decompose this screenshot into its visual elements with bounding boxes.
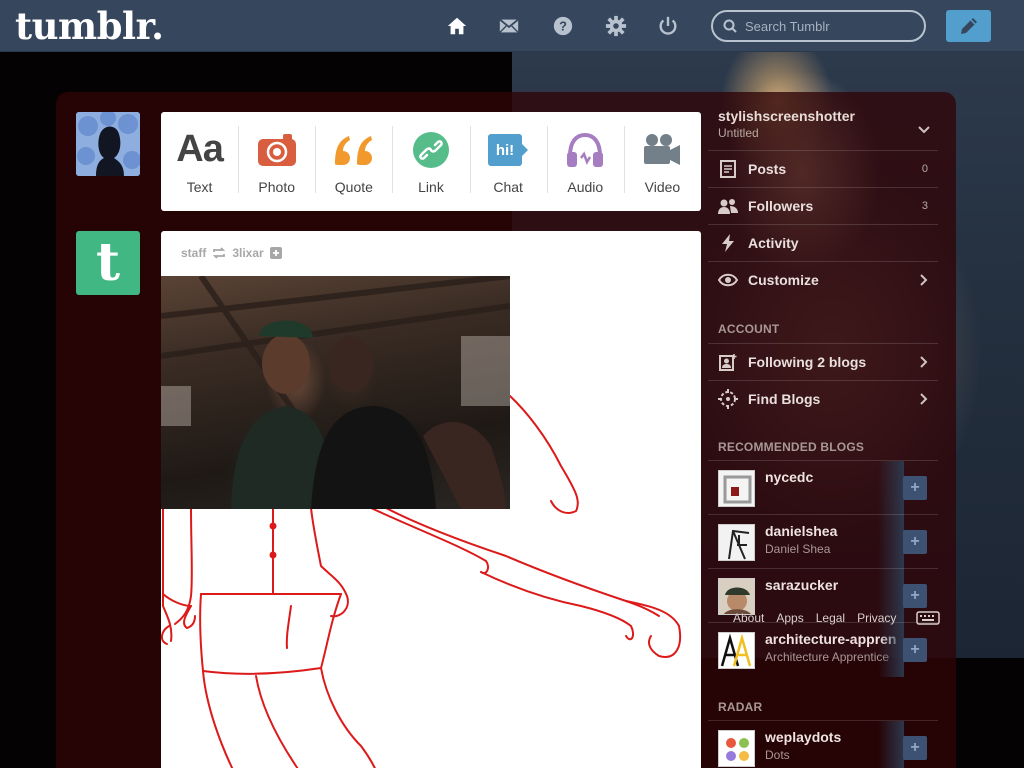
power-icon[interactable] bbox=[656, 14, 680, 38]
post-header: staff 3lixar bbox=[181, 246, 282, 260]
tumblr-logo[interactable]: tumblr. bbox=[15, 4, 164, 48]
blog-avatar[interactable] bbox=[718, 524, 755, 561]
recommended-blog[interactable]: architecture-appren Architecture Apprent… bbox=[708, 622, 938, 677]
posts-icon bbox=[718, 160, 738, 178]
sidebar-item-find-blogs[interactable]: Find Blogs bbox=[708, 380, 938, 417]
activity-icon bbox=[718, 234, 738, 252]
follow-button[interactable]: + bbox=[903, 584, 927, 608]
sidebar-item-posts[interactable]: Posts 0 bbox=[708, 150, 938, 187]
sidebar-item-activity[interactable]: Activity bbox=[708, 224, 938, 261]
follow-button[interactable]: + bbox=[903, 530, 927, 554]
reblogged-from[interactable]: 3lixar bbox=[232, 246, 263, 260]
settings-icon[interactable] bbox=[604, 14, 628, 38]
blog-avatar[interactable] bbox=[718, 632, 755, 669]
svg-text:t: t bbox=[96, 238, 120, 288]
followers-count: 3 bbox=[921, 200, 928, 212]
staff-avatar[interactable]: t bbox=[76, 231, 140, 295]
post-type-audio[interactable]: Audio bbox=[546, 112, 624, 211]
post-photo[interactable] bbox=[161, 276, 510, 509]
footer-link-legal[interactable]: Legal bbox=[816, 611, 845, 625]
post-type-video[interactable]: Video bbox=[623, 112, 701, 211]
blog-subtitle: Untitled bbox=[718, 126, 759, 140]
following-icon bbox=[718, 353, 738, 371]
follow-button[interactable]: + bbox=[903, 736, 927, 760]
blog-header[interactable]: stylishscreenshotter Untitled bbox=[718, 108, 938, 140]
blog-avatar[interactable] bbox=[718, 578, 755, 615]
sidebar-item-customize[interactable]: Customize bbox=[708, 261, 938, 298]
recommended-section-title: RECOMMENDED BLOGS bbox=[718, 440, 865, 454]
eye-icon bbox=[718, 273, 738, 287]
radar-section-title: RADAR bbox=[718, 700, 763, 714]
radar-blog[interactable]: weplaydots Dots + bbox=[708, 720, 938, 768]
compass-icon bbox=[718, 389, 738, 409]
pencil-icon bbox=[960, 18, 977, 34]
user-avatar[interactable] bbox=[76, 112, 140, 176]
keyboard-icon[interactable] bbox=[916, 611, 940, 625]
post-author[interactable]: staff bbox=[181, 246, 206, 260]
headphones-icon bbox=[565, 129, 605, 171]
blog-name[interactable]: stylishscreenshotter bbox=[718, 108, 938, 124]
recommended-blog[interactable]: nycedc + bbox=[708, 460, 938, 515]
footer-links: About Apps Legal Privacy bbox=[733, 611, 896, 625]
sidebar-item-following[interactable]: Following 2 blogs bbox=[708, 343, 938, 380]
follow-button[interactable]: + bbox=[903, 638, 927, 662]
post-type-bar: Aa Text Photo Quote Link hi! Chat Audio bbox=[161, 112, 701, 211]
search-input[interactable] bbox=[745, 18, 915, 34]
followers-icon bbox=[718, 198, 738, 214]
chat-icon: hi! bbox=[487, 129, 529, 171]
quote-icon bbox=[333, 129, 375, 171]
follow-plus-icon[interactable] bbox=[269, 247, 282, 259]
account-section-title: ACCOUNT bbox=[718, 322, 780, 336]
sidebar-item-followers[interactable]: Followers 3 bbox=[708, 187, 938, 224]
mail-icon[interactable] bbox=[497, 14, 521, 38]
blog-avatar[interactable] bbox=[718, 470, 755, 507]
chevron-right-icon bbox=[920, 274, 928, 286]
footer-link-about[interactable]: About bbox=[733, 611, 764, 625]
footer-link-privacy[interactable]: Privacy bbox=[857, 611, 896, 625]
post-type-photo[interactable]: Photo bbox=[238, 112, 315, 211]
svg-text:hi!: hi! bbox=[496, 142, 514, 159]
reblog-icon bbox=[213, 247, 226, 259]
chevron-right-icon bbox=[920, 393, 928, 405]
compose-button[interactable] bbox=[946, 10, 991, 42]
blog-avatar[interactable] bbox=[718, 730, 755, 767]
video-camera-icon bbox=[642, 129, 682, 171]
posts-count: 0 bbox=[921, 163, 928, 175]
svg-text:?: ? bbox=[559, 19, 567, 34]
search-box[interactable] bbox=[711, 10, 926, 42]
post-type-link[interactable]: Link bbox=[392, 112, 469, 211]
post-type-chat[interactable]: hi! Chat bbox=[469, 112, 547, 211]
camera-icon bbox=[257, 129, 297, 171]
post-type-text[interactable]: Aa Text bbox=[161, 112, 238, 211]
footer-link-apps[interactable]: Apps bbox=[776, 611, 803, 625]
search-icon bbox=[723, 19, 737, 33]
help-icon[interactable]: ? bbox=[551, 14, 575, 38]
follow-button[interactable]: + bbox=[903, 476, 927, 500]
chevron-down-icon[interactable] bbox=[918, 126, 930, 134]
home-icon[interactable] bbox=[445, 14, 469, 38]
dashboard-post: staff 3lixar bbox=[161, 231, 701, 768]
post-type-quote[interactable]: Quote bbox=[315, 112, 392, 211]
top-navigation-bar: tumblr. ? bbox=[0, 0, 1024, 52]
chevron-right-icon bbox=[920, 356, 928, 368]
link-icon bbox=[412, 129, 450, 171]
recommended-blog[interactable]: danielshea Daniel Shea + bbox=[708, 514, 938, 569]
text-icon: Aa bbox=[176, 128, 224, 170]
